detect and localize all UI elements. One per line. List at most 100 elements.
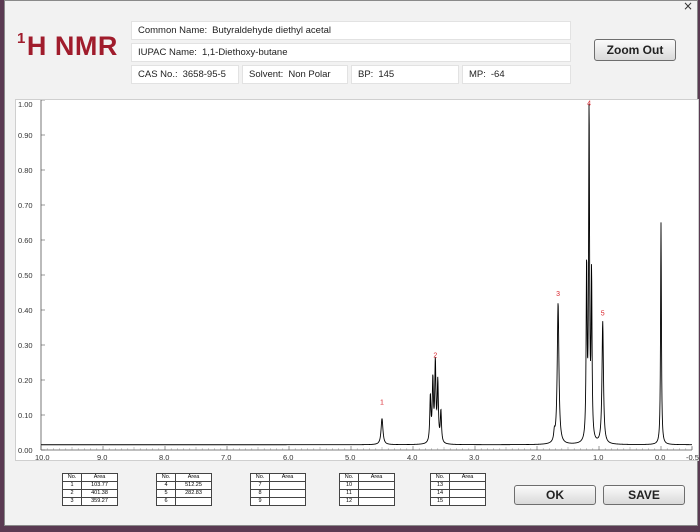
table-row: 2 401.38 [62, 489, 118, 498]
cas-number-value: 3658-95-5 [182, 69, 226, 80]
peak-number-cell: 10 [339, 481, 359, 490]
peak-number-cell: 15 [430, 497, 450, 506]
spectrum-line [41, 103, 692, 446]
x-tick-label: 5.0 [345, 453, 355, 462]
column-header-no: No. [156, 473, 176, 482]
x-tick-label: 6.0 [283, 453, 293, 462]
table-header-row: No. Area [430, 473, 486, 482]
peak-area-cell [269, 481, 306, 490]
table-row: 8 [250, 489, 306, 498]
melting-point-field: MP: -64 [462, 65, 571, 84]
column-header-no: No. [430, 473, 450, 482]
ok-button[interactable]: OK [514, 485, 596, 505]
y-tick-label: 0.70 [18, 201, 33, 210]
common-name-value: Butyraldehyde diethyl acetal [212, 25, 331, 36]
peak-label: 3 [556, 291, 560, 298]
y-tick-label: 0.30 [18, 341, 33, 350]
cas-number-label: CAS No.: [138, 69, 178, 80]
peak-number-cell: 3 [62, 497, 82, 506]
peak-number-cell: 5 [156, 489, 176, 498]
table-row: 10 [339, 481, 395, 490]
peak-area-cell: 359.27 [81, 497, 118, 506]
peak-area-cell [269, 489, 306, 498]
y-tick-label: 0.00 [18, 446, 33, 455]
melting-point-label: MP: [469, 69, 486, 80]
table-row: 12 [339, 497, 395, 506]
iupac-name-field: IUPAC Name: 1,1-Diethoxy-butane [131, 43, 571, 62]
title-text: H NMR [26, 31, 118, 61]
peak-area-cell [269, 497, 306, 506]
peak-area-cell [449, 481, 486, 490]
peak-area-cell [358, 489, 395, 498]
zoom-out-button[interactable]: Zoom Out [594, 39, 676, 61]
peak-number-cell: 1 [62, 481, 82, 490]
table-row: 11 [339, 489, 395, 498]
area-table: No. Area 13 14 15 [430, 473, 486, 506]
table-row: 6 [156, 497, 212, 506]
cas-number-field: CAS No.: 3658-95-5 [131, 65, 239, 84]
peak-number-cell: 6 [156, 497, 176, 506]
table-row: 1 103.77 [62, 481, 118, 490]
table-header-row: No. Area [250, 473, 306, 482]
x-tick-label: 4.0 [407, 453, 417, 462]
table-row: 13 [430, 481, 486, 490]
x-tick-label: 10.0 [35, 453, 50, 462]
x-tick-label: 2.0 [531, 453, 541, 462]
y-tick-label: 1.00 [18, 100, 33, 109]
y-tick-label: 0.40 [18, 306, 33, 315]
peak-number-cell: 4 [156, 481, 176, 490]
melting-point-value: -64 [490, 69, 505, 80]
peak-label: 4 [587, 100, 591, 107]
save-button[interactable]: SAVE [603, 485, 685, 505]
peak-label: 5 [601, 310, 605, 317]
column-header-no: No. [62, 473, 82, 482]
x-tick-label: 8.0 [159, 453, 169, 462]
x-tick-label: -0.5 [686, 453, 699, 462]
solvent-value: Non Polar [288, 69, 331, 80]
nmr-window: × 1H NMR Common Name: Butyraldehyde dieth… [4, 0, 699, 526]
peak-area-cell [358, 497, 395, 506]
column-header-area: Area [269, 473, 306, 482]
close-icon[interactable]: × [683, 0, 693, 13]
x-tick-label: 3.0 [469, 453, 479, 462]
peak-number-cell: 2 [62, 489, 82, 498]
boiling-point-field: BP: 145 [351, 65, 459, 84]
column-header-no: No. [339, 473, 359, 482]
peak-number-cell: 14 [430, 489, 450, 498]
peak-number-cell: 12 [339, 497, 359, 506]
x-tick-label: 1.0 [593, 453, 603, 462]
boiling-point-label: BP: [358, 69, 374, 80]
table-row: 3 359.27 [62, 497, 118, 506]
column-header-no: No. [250, 473, 270, 482]
area-table: No. Area 1 103.77 2 401.38 3 359.27 [62, 473, 118, 506]
area-table: No. Area 4 512.25 5 282.83 6 [156, 473, 212, 506]
title-superscript: 1 [17, 30, 26, 47]
table-header-row: No. Area [339, 473, 395, 482]
solvent-label: Solvent: [249, 69, 284, 80]
table-header-row: No. Area [62, 473, 118, 482]
spectrum-svg: 0.00 0.10 0.20 0.30 0.40 0.50 0.60 0.70 0.80 0.90… [18, 100, 699, 462]
peak-area-cell: 401.38 [81, 489, 118, 498]
table-row: 5 282.83 [156, 489, 212, 498]
y-tick-label: 0.20 [18, 376, 33, 385]
table-row: 15 [430, 497, 486, 506]
y-tick-label: 0.90 [18, 131, 33, 140]
peak-area-cell [449, 489, 486, 498]
table-row: 4 512.25 [156, 481, 212, 490]
area-table: No. Area 7 8 9 [250, 473, 306, 506]
peak-area-cell: 103.77 [81, 481, 118, 490]
x-tick-label: 7.0 [221, 453, 231, 462]
column-header-area: Area [358, 473, 395, 482]
peak-label: 1 [380, 400, 384, 407]
column-header-area: Area [81, 473, 118, 482]
common-name-label: Common Name: [138, 25, 208, 36]
boiling-point-value: 145 [378, 69, 395, 80]
y-tick-label: 0.50 [18, 271, 33, 280]
peak-number-cell: 11 [339, 489, 359, 498]
area-table: No. Area 10 11 12 [339, 473, 395, 506]
x-tick-label: 9.0 [97, 453, 107, 462]
peak-label: 2 [433, 352, 437, 359]
page-title: 1H NMR [17, 30, 118, 62]
peak-number-cell: 9 [250, 497, 270, 506]
peak-area-cell [358, 481, 395, 490]
